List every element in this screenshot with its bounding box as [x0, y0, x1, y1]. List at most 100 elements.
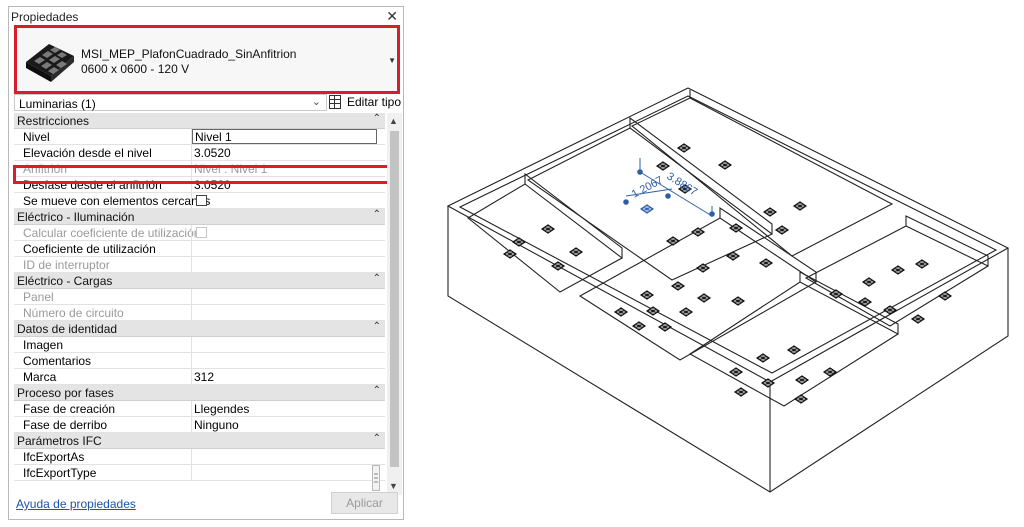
column-divider — [191, 337, 192, 353]
collapse-icon[interactable]: ⌃ — [373, 273, 381, 284]
type-selector[interactable]: MSI_MEP_PlafonCuadrado_SinAnfitrion 0600… — [14, 25, 400, 94]
light-fixture-icon[interactable] — [730, 296, 746, 306]
dimension-grip-icon[interactable] — [623, 199, 629, 205]
row-comentarios[interactable]: Comentarios — [14, 353, 385, 369]
light-fixture-icon[interactable] — [645, 306, 661, 316]
wall-outline — [629, 116, 773, 234]
elevacion-value[interactable]: 3.0520 — [194, 146, 231, 160]
wall-outline — [719, 206, 817, 282]
light-fixture-icon[interactable] — [774, 225, 790, 235]
light-fixture-icon[interactable] — [639, 204, 655, 214]
light-fixture-icon[interactable] — [613, 307, 629, 317]
apply-button[interactable]: Aplicar — [331, 492, 398, 514]
column-divider — [191, 449, 192, 465]
collapse-icon[interactable]: ⌃ — [373, 113, 381, 124]
marca-value[interactable]: 312 — [194, 370, 214, 384]
close-icon[interactable]: ✕ — [386, 8, 398, 25]
dimension-grip-icon[interactable] — [709, 211, 715, 217]
column-divider — [191, 465, 192, 481]
dropdown-arrow-icon[interactable]: ▼ — [388, 56, 396, 65]
row-coeficiente[interactable]: Coeficiente de utilización — [14, 241, 385, 257]
group-cargas[interactable]: Eléctrico - Cargas ⌃ — [14, 273, 385, 289]
row-fase-creacion[interactable]: Fase de creación Llegendes — [14, 401, 385, 417]
category-filter-select[interactable]: Luminarias (1) ⌄ — [14, 94, 327, 111]
fase-creacion-value[interactable]: Llegendes — [194, 402, 249, 416]
row-nivel[interactable]: Nivel Nivel 1 — [14, 129, 385, 145]
light-fixture-icon[interactable] — [639, 290, 655, 300]
light-fixture-icon[interactable] — [882, 305, 898, 315]
light-fixture-icon[interactable] — [568, 247, 584, 257]
light-fixture-icon[interactable] — [828, 289, 844, 299]
group-fases[interactable]: Proceso por fases ⌃ — [14, 385, 385, 401]
se-mueve-checkbox[interactable] — [196, 195, 207, 206]
scroll-up-icon[interactable]: ▲ — [389, 116, 398, 126]
wall-outline — [905, 215, 989, 266]
light-fixture-icon[interactable] — [696, 293, 712, 303]
collapse-icon[interactable]: ⌃ — [373, 385, 381, 396]
light-fixture-icon[interactable] — [657, 322, 673, 332]
light-fixture-icon[interactable] — [910, 314, 926, 324]
scrollbar-thumb[interactable] — [390, 131, 399, 467]
3d-model-view[interactable]: 1.2067 3.8867 — [440, 86, 1016, 498]
edit-type-button[interactable]: Editar tipo — [323, 93, 403, 112]
light-fixture-icon[interactable] — [676, 143, 692, 153]
nivel-field[interactable]: Nivel 1 — [192, 129, 377, 144]
light-fixture-icon[interactable] — [937, 291, 953, 301]
group-identidad[interactable]: Datos de identidad ⌃ — [14, 321, 385, 337]
light-fixture-icon[interactable] — [690, 227, 706, 237]
wall-outline — [458, 95, 998, 374]
row-ifc-export-as[interactable]: IfcExportAs — [14, 449, 385, 465]
row-imagen[interactable]: Imagen — [14, 337, 385, 353]
light-fixture-icon[interactable] — [502, 249, 518, 259]
row-fase-derribo[interactable]: Fase de derribo Ninguno — [14, 417, 385, 433]
light-fixture-icon[interactable] — [540, 224, 556, 234]
light-fixture-icon[interactable] — [631, 321, 647, 331]
light-fixture-icon[interactable] — [786, 345, 802, 355]
group-ifc[interactable]: Parámetros IFC ⌃ — [14, 433, 385, 449]
light-fixture-icon[interactable] — [655, 161, 671, 171]
light-fixture-icon[interactable] — [914, 259, 930, 269]
collapse-icon[interactable]: ⌃ — [373, 433, 381, 444]
calcular-checkbox — [196, 227, 207, 238]
collapse-icon[interactable]: ⌃ — [373, 209, 381, 220]
dimension-grip-icon[interactable] — [637, 169, 643, 175]
light-fixture-icon[interactable] — [762, 207, 778, 217]
properties-scrollbar[interactable]: ▲ ▼ — [387, 113, 402, 495]
light-fixture-icon[interactable] — [792, 201, 808, 211]
fase-derribo-value[interactable]: Ninguno — [194, 418, 239, 432]
help-properties-link[interactable]: Ayuda de propiedades — [16, 497, 136, 511]
light-fixture-icon[interactable] — [890, 265, 906, 275]
light-fixture-icon[interactable] — [678, 307, 694, 317]
dimension-annotations: 1.2067 3.8867 — [623, 158, 715, 217]
light-fixture-icon[interactable] — [695, 263, 711, 273]
light-fixture-icon[interactable] — [670, 281, 686, 291]
light-fixture-icon[interactable] — [758, 258, 774, 268]
light-fixture-icon[interactable] — [793, 394, 809, 404]
row-elevacion[interactable]: Elevación desde el nivel 3.0520 — [14, 145, 385, 161]
group-restricciones[interactable]: Restricciones ⌃ — [14, 113, 385, 129]
light-fixture-icon[interactable] — [755, 353, 771, 363]
light-fixture-icon[interactable] — [733, 387, 749, 397]
light-fixture-icon[interactable] — [717, 160, 733, 170]
dimension-grip-icon[interactable] — [665, 193, 671, 199]
column-divider — [191, 225, 192, 241]
group-title: Parámetros IFC — [17, 434, 102, 448]
light-fixture-icon[interactable] — [794, 375, 810, 385]
row-id-interruptor[interactable]: ID de interruptor — [14, 257, 385, 273]
light-fixture-icon[interactable] — [728, 223, 744, 233]
row-calcular: Calcular coeficiente de utilización — [14, 225, 385, 241]
collapse-icon[interactable]: ⌃ — [373, 321, 381, 332]
light-fixture-icon[interactable] — [665, 236, 681, 246]
luminaire-thumbnail-icon — [26, 44, 74, 82]
row-ifc-export-type[interactable]: IfcExportType — [14, 465, 385, 481]
row-se-mueve[interactable]: Se mueve con elementos cercanos — [14, 193, 385, 209]
group-iluminacion[interactable]: Eléctrico - Iluminación ⌃ — [14, 209, 385, 225]
light-fixture-icon[interactable] — [728, 367, 744, 377]
scroll-down-icon[interactable]: ▼ — [389, 481, 398, 491]
resize-grip-icon[interactable] — [372, 465, 380, 491]
property-label: Imagen — [23, 338, 64, 352]
row-marca[interactable]: Marca 312 — [14, 369, 385, 385]
light-fixture-icon[interactable] — [861, 277, 877, 287]
light-fixture-icon[interactable] — [511, 237, 527, 247]
light-fixture-icon[interactable] — [725, 251, 741, 261]
